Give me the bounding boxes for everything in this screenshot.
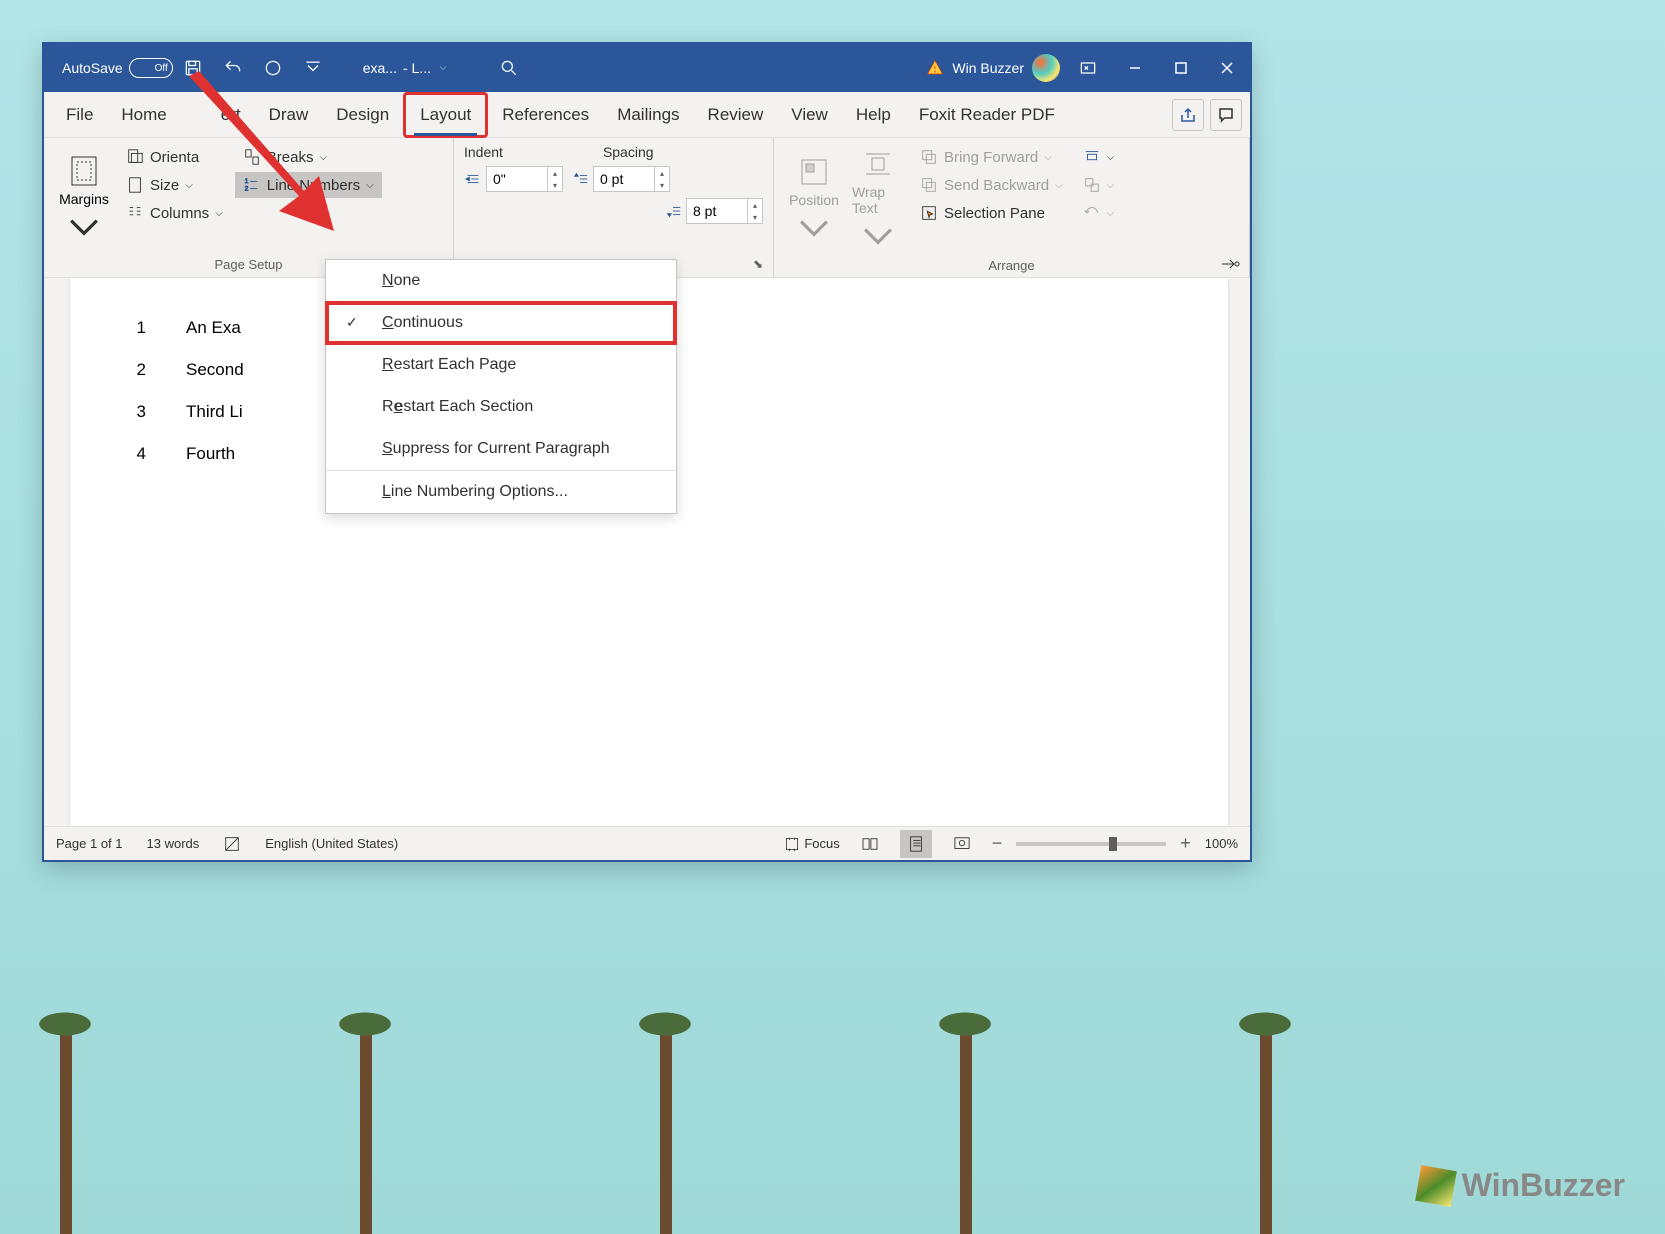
svg-text:2: 2 bbox=[245, 185, 249, 192]
zoom-level[interactable]: 100% bbox=[1205, 836, 1238, 851]
svg-text:1: 1 bbox=[245, 178, 249, 185]
spacing-before-input[interactable]: ▴▾ bbox=[593, 166, 670, 192]
close-button[interactable] bbox=[1204, 44, 1250, 92]
read-mode-button[interactable] bbox=[854, 830, 886, 858]
minimize-button[interactable] bbox=[1112, 44, 1158, 92]
undo-button[interactable] bbox=[213, 44, 253, 92]
wrap-text-button[interactable]: Wrap Text bbox=[848, 144, 908, 256]
search-button[interactable] bbox=[489, 44, 529, 92]
dropdown-continuous[interactable]: Continuous bbox=[326, 302, 676, 344]
margins-button[interactable]: Margins bbox=[54, 144, 114, 253]
line-numbers-dropdown: None Continuous Restart Each Page Reesta… bbox=[325, 259, 677, 514]
page-indicator[interactable]: Page 1 of 1 bbox=[56, 836, 123, 851]
paragraph-launcher[interactable]: ⬊ bbox=[753, 257, 763, 271]
avatar[interactable] bbox=[1032, 54, 1060, 82]
spacing-after-icon bbox=[664, 202, 682, 220]
dropdown-none[interactable]: None bbox=[326, 260, 676, 302]
page-setup-group-label: Page Setup bbox=[215, 257, 283, 272]
tab-references[interactable]: References bbox=[488, 92, 603, 138]
warning-icon bbox=[926, 59, 944, 77]
word-count[interactable]: 13 words bbox=[147, 836, 200, 851]
print-layout-button[interactable] bbox=[900, 830, 932, 858]
ribbon-display-options[interactable] bbox=[1068, 44, 1108, 92]
dropdown-options[interactable]: Line Numbering Options... bbox=[326, 471, 676, 513]
group-button[interactable]: ⌵ bbox=[1075, 172, 1123, 198]
collapse-ribbon-icon[interactable] bbox=[1220, 257, 1240, 271]
redo-button[interactable] bbox=[253, 44, 293, 92]
indent-left-icon bbox=[464, 170, 482, 188]
tab-home[interactable]: Home bbox=[107, 92, 180, 138]
tab-file[interactable]: File bbox=[52, 92, 107, 138]
autosave-toggle[interactable]: AutoSave Off bbox=[62, 58, 173, 78]
bring-forward-button[interactable]: Bring Forward ⌵ bbox=[912, 144, 1071, 170]
tab-mailings[interactable]: Mailings bbox=[603, 92, 693, 138]
qat-customize[interactable] bbox=[293, 44, 333, 92]
zoom-out-button[interactable]: − bbox=[992, 833, 1003, 854]
columns-button[interactable]: Columns ⌵ bbox=[118, 200, 231, 226]
document-title: exa... - L... bbox=[363, 60, 449, 76]
breaks-button[interactable]: Breaks ⌵ bbox=[235, 144, 382, 170]
selection-pane-button[interactable]: Selection Pane bbox=[912, 200, 1071, 226]
tab-layout[interactable]: Layout bbox=[403, 92, 488, 138]
dropdown-restart-page[interactable]: Restart Each Page bbox=[326, 344, 676, 386]
share-button[interactable] bbox=[1172, 99, 1204, 131]
tab-review[interactable]: Review bbox=[694, 92, 778, 138]
rotate-button[interactable]: ⌵ bbox=[1075, 200, 1123, 226]
ribbon: Margins Orienta Size ⌵ Columns ⌵ Breaks … bbox=[44, 138, 1250, 278]
proofing-icon[interactable] bbox=[223, 835, 241, 853]
autosave-label: AutoSave bbox=[62, 60, 123, 76]
tab-foxit[interactable]: Foxit Reader PDF bbox=[905, 92, 1069, 138]
indent-left-input[interactable]: ▴▾ bbox=[486, 166, 563, 192]
tab-view[interactable]: View bbox=[777, 92, 842, 138]
position-button[interactable]: Position bbox=[784, 144, 844, 256]
autosave-state: Off bbox=[155, 63, 168, 74]
language-indicator[interactable]: English (United States) bbox=[265, 836, 398, 851]
orientation-button[interactable]: Orienta bbox=[118, 144, 231, 170]
indent-label: Indent bbox=[464, 144, 503, 160]
save-button[interactable] bbox=[173, 44, 213, 92]
dropdown-restart-section[interactable]: Reestart Each Section bbox=[326, 386, 676, 428]
user-name: Win Buzzer bbox=[952, 60, 1024, 76]
statusbar: Page 1 of 1 13 words English (United Sta… bbox=[44, 826, 1250, 860]
align-button[interactable]: ⌵ bbox=[1075, 144, 1123, 170]
line-numbers-button[interactable]: 12Line Numbers ⌵ bbox=[235, 172, 382, 198]
send-backward-button[interactable]: Send Backward ⌵ bbox=[912, 172, 1071, 198]
tab-help[interactable]: Help bbox=[842, 92, 905, 138]
tab-insert[interactable]: ert bbox=[181, 92, 255, 138]
arrange-group-label: Arrange bbox=[988, 258, 1034, 273]
tab-design[interactable]: Design bbox=[322, 92, 403, 138]
tab-draw[interactable]: Draw bbox=[255, 92, 323, 138]
word-window: AutoSave Off exa... - L... Win Buzzer Fi… bbox=[42, 42, 1252, 862]
web-layout-button[interactable] bbox=[946, 830, 978, 858]
size-button[interactable]: Size ⌵ bbox=[118, 172, 231, 198]
titlebar: AutoSave Off exa... - L... Win Buzzer bbox=[44, 44, 1250, 92]
zoom-in-button[interactable]: + bbox=[1180, 833, 1191, 854]
comments-button[interactable] bbox=[1210, 99, 1242, 131]
spacing-after-input[interactable]: ▴▾ bbox=[686, 198, 763, 224]
watermark: WinBuzzer bbox=[1418, 1167, 1625, 1204]
spacing-before-icon bbox=[571, 170, 589, 188]
ribbon-tabs: File Home ert Draw Design Layout Referen… bbox=[44, 92, 1250, 138]
maximize-button[interactable] bbox=[1158, 44, 1204, 92]
focus-mode-button[interactable]: Focus bbox=[784, 836, 839, 852]
spacing-label: Spacing bbox=[603, 144, 654, 160]
zoom-slider[interactable] bbox=[1016, 842, 1166, 846]
dropdown-suppress[interactable]: Suppress for Current Paragraph bbox=[326, 428, 676, 471]
